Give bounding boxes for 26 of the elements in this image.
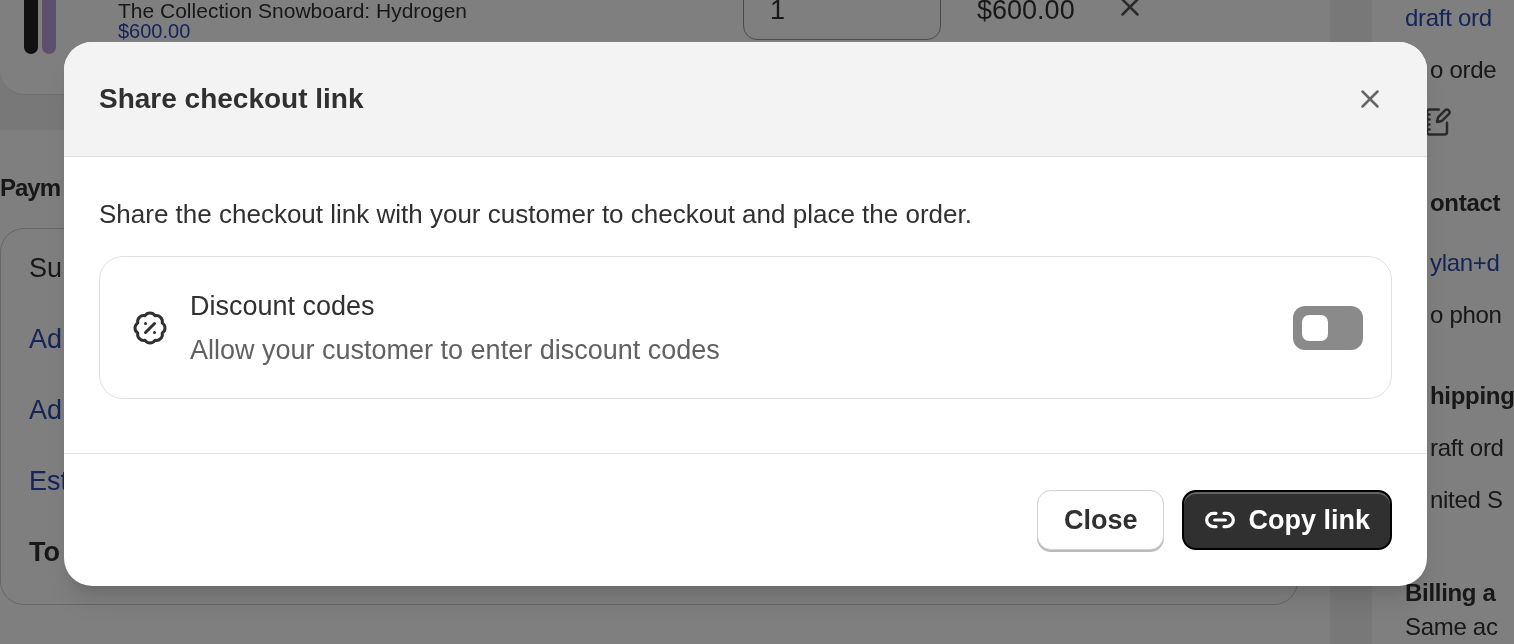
payment-label: Su xyxy=(29,252,63,286)
sidebar-text: nited S xyxy=(1430,486,1503,513)
sidebar-link[interactable]: ylan+d xyxy=(1430,249,1500,276)
sidebar-text: o phon xyxy=(1430,301,1502,328)
copy-link-button[interactable]: Copy link xyxy=(1182,490,1392,550)
sidebar-heading: hipping xyxy=(1430,382,1514,409)
dialog-title: Share checkout link xyxy=(99,82,364,116)
sidebar-text: Same ac xyxy=(1405,613,1498,640)
sidebar-text: o orde xyxy=(1430,56,1497,83)
discount-icon xyxy=(132,309,168,346)
payment-label: To xyxy=(29,536,60,570)
sidebar-text: raft ord xyxy=(1430,434,1504,461)
discount-toggle[interactable] xyxy=(1293,305,1363,350)
sidebar-heading: ontact xyxy=(1430,189,1501,216)
quantity-field[interactable]: 1 xyxy=(743,0,942,40)
payment-link[interactable]: Ad xyxy=(29,390,63,431)
option-title: Discount codes xyxy=(190,289,376,323)
sidebar-heading: Billing a xyxy=(1405,579,1496,606)
product-price: $600.00 xyxy=(118,21,192,41)
payment-heading: Paym xyxy=(0,173,61,203)
product-title: The Collection Snowboard: Hydrogen xyxy=(118,0,468,21)
option-description: Allow your customer to enter discount codes xyxy=(190,333,721,367)
dialog-message: Share the checkout link with your customer to checkout and place the order. xyxy=(99,198,973,231)
close-button[interactable]: Close xyxy=(1036,490,1165,550)
sidebar-link[interactable]: draft ord xyxy=(1405,4,1492,31)
payment-link[interactable]: Ad xyxy=(29,319,63,360)
